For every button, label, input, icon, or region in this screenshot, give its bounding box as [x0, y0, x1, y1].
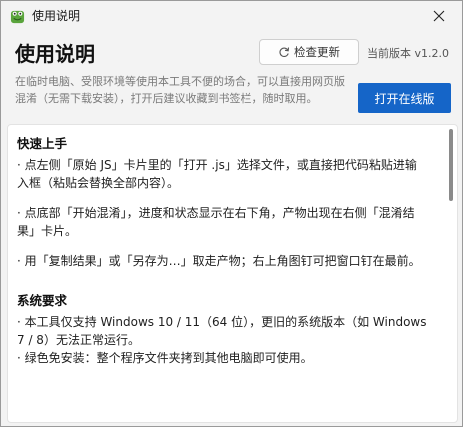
section-title-quickstart: 快速上手	[17, 136, 68, 151]
check-update-button[interactable]: 检查更新	[259, 39, 359, 65]
open-online-button[interactable]: 打开在线版	[358, 83, 451, 113]
close-button[interactable]	[416, 1, 462, 31]
dialog-window: 使用说明 使用说明 检查更新 当前版本 v1.2.0 在临时电脑、受限环境等使用…	[0, 0, 463, 427]
header: 使用说明 检查更新 当前版本 v1.2.0 在临时电脑、受限环境等使用本工具不便…	[1, 31, 462, 124]
help-content-panel[interactable]: 快速上手 · 点左侧「原始 JS」卡片里的「打开 .js」选择文件，或直接把代码…	[7, 124, 458, 423]
version-text: 当前版本 v1.2.0	[367, 47, 449, 60]
page-title: 使用说明	[15, 42, 95, 66]
window-title: 使用说明	[32, 9, 81, 23]
help-content: 快速上手 · 点左侧「原始 JS」卡片里的「打开 .js」选择文件，或直接把代码…	[17, 135, 427, 367]
close-icon	[433, 10, 445, 22]
frog-app-icon	[10, 10, 25, 24]
refresh-icon	[279, 47, 290, 57]
requirements-item-2: · 绿色免安装：整个程序文件夹拷到其他电脑即可使用。	[17, 351, 313, 365]
section-title-requirements: 系统要求	[17, 293, 68, 308]
title-bar[interactable]: 使用说明	[1, 1, 462, 31]
quickstart-item-2: · 点底部「开始混淆」，进度和状态显示在右下角，产物出现在右侧「混淆结果」卡片。	[17, 206, 415, 238]
quickstart-item-1: · 点左侧「原始 JS」卡片里的「打开 .js」选择文件，或直接把代码粘贴进输入…	[17, 158, 417, 190]
vertical-scrollbar[interactable]	[449, 129, 453, 201]
quickstart-item-3: · 用「复制结果」或「另存为…」取走产物；右上角图钉可把窗口钉在最前。	[17, 254, 421, 268]
intro-text: 在临时电脑、受限环境等使用本工具不便的场合，可以直接用网页版混淆（无需下载安装）…	[15, 75, 345, 105]
requirements-item-1: · 本工具仅支持 Windows 10 / 11（64 位），更旧的系统版本（如…	[17, 315, 427, 347]
check-update-label: 检查更新	[294, 45, 340, 59]
